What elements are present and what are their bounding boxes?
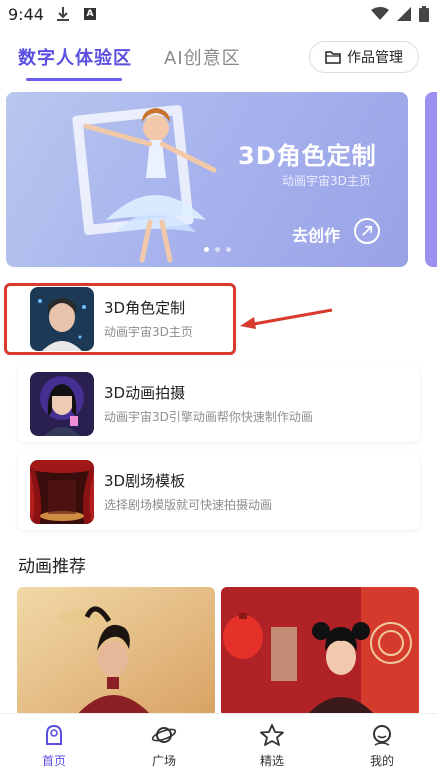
section-title: 动画推荐 <box>18 557 86 577</box>
wifi-icon <box>371 7 389 20</box>
nav-profile[interactable]: 我的 <box>352 724 412 769</box>
status-bar: 9:44 A <box>0 0 437 30</box>
download-icon <box>57 7 69 21</box>
status-time: 9:44 <box>8 5 44 24</box>
works-management-button[interactable]: 作品管理 <box>309 41 419 73</box>
list-item-title: 3D剧场模板 <box>104 472 186 490</box>
animation-shoot-thumbnail <box>30 372 94 436</box>
recommend-card[interactable] <box>221 587 419 717</box>
carousel-dots <box>204 247 231 252</box>
dancer-figure-image <box>83 108 217 263</box>
list-item-subtitle: 选择剧场模版就可快速拍摄动画 <box>104 498 273 512</box>
list-item-animation-shoot[interactable]: 3D动画拍摄 动画宇宙3D引擎动画帮你快速制作动画 <box>18 366 420 442</box>
banner-title: 3D角色定制 <box>238 142 377 170</box>
carousel-dot[interactable] <box>215 247 220 252</box>
tab-underline <box>26 78 122 81</box>
recommend-image <box>17 587 215 717</box>
user-face-icon <box>373 725 391 746</box>
nav-featured[interactable]: 精选 <box>242 724 302 769</box>
annotation-highlight-box <box>4 283 236 355</box>
nav-label: 我的 <box>369 754 394 768</box>
signal-icon <box>397 7 411 21</box>
recommend-card[interactable] <box>17 587 215 717</box>
annotation-arrow-icon <box>240 308 333 329</box>
arrow-up-right-icon[interactable] <box>354 218 380 244</box>
theater-template-thumbnail <box>30 460 94 524</box>
banner-create-link[interactable]: 去创作 <box>292 222 340 246</box>
tab-ai-creative[interactable]: AI创意区 <box>164 44 241 70</box>
folder-icon <box>325 51 341 64</box>
next-banner-peek[interactable] <box>425 92 437 267</box>
nav-label: 首页 <box>41 754 66 768</box>
nav-label: 精选 <box>259 754 284 768</box>
carousel-dot[interactable] <box>226 247 231 252</box>
banner-subtitle: 动画宇宙3D主页 <box>282 174 371 188</box>
planet-icon <box>151 727 177 743</box>
star-icon <box>260 724 284 746</box>
top-tabs: 数字人体验区 AI创意区 作品管理 <box>0 30 437 82</box>
works-management-label: 作品管理 <box>347 50 403 66</box>
list-item-title: 3D动画拍摄 <box>104 384 186 402</box>
list-item-theater-template[interactable]: 3D剧场模板 选择剧场模版就可快速拍摄动画 <box>18 454 420 530</box>
recommend-image <box>221 587 419 717</box>
nav-home[interactable]: 首页 <box>24 724 84 769</box>
nav-label: 广场 <box>151 754 176 768</box>
nav-square[interactable]: 广场 <box>134 724 194 769</box>
list-item-subtitle: 动画宇宙3D引擎动画帮你快速制作动画 <box>104 410 313 424</box>
banner-carousel[interactable]: 3D角色定制 动画宇宙3D主页 去创作 <box>6 92 408 267</box>
battery-icon <box>419 6 429 22</box>
bottom-nav: 首页 广场 精选 我的 <box>0 713 437 777</box>
home-ghost-icon <box>46 724 62 745</box>
tab-digital-human[interactable]: 数字人体验区 <box>18 44 132 70</box>
font-icon: A <box>84 8 96 20</box>
carousel-dot[interactable] <box>204 247 209 252</box>
